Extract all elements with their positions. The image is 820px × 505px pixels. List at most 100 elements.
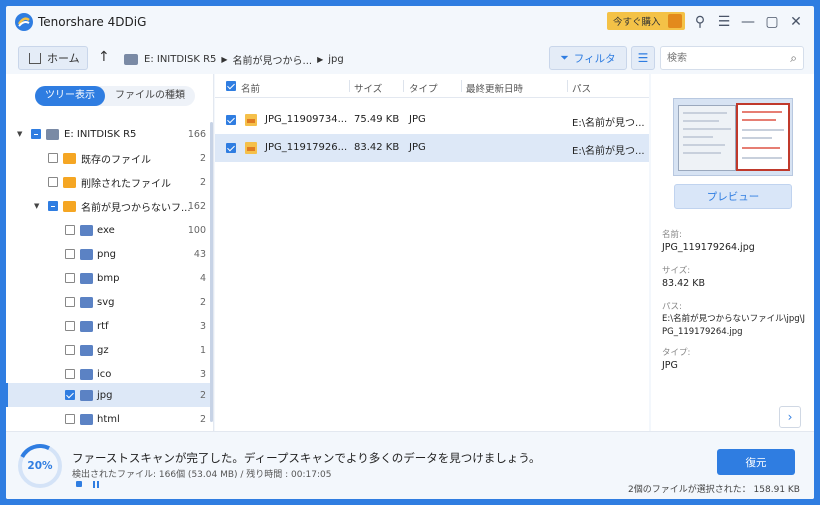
scan-message: ファーストスキャンが完了した。ディープスキャンでより多くのデータを見つけましょう… bbox=[72, 451, 541, 465]
chevron-right-icon: › bbox=[787, 410, 793, 424]
tree-item[interactable]: ▼ 名前が見つからないフ... 162 bbox=[6, 194, 213, 218]
navigation-bar: ホーム ↑ E: INITDISK R5 ▶ 名前が見つから... ▶ jpg … bbox=[6, 44, 814, 74]
checkbox[interactable] bbox=[65, 297, 75, 307]
checkbox[interactable] bbox=[65, 321, 75, 331]
folder-icon bbox=[80, 224, 93, 236]
tree-item-label: 既存のファイル bbox=[81, 154, 151, 166]
tree-item[interactable]: bmp 4 bbox=[6, 266, 213, 290]
file-size: 83.42 KB bbox=[354, 142, 400, 153]
checkbox[interactable] bbox=[65, 273, 75, 283]
checkbox[interactable] bbox=[65, 225, 75, 235]
chevron-right-icon: ▶ bbox=[317, 55, 324, 64]
search-input[interactable] bbox=[661, 47, 771, 69]
checkbox[interactable] bbox=[65, 390, 75, 400]
minimize-icon[interactable]: — bbox=[740, 14, 756, 30]
folder-icon bbox=[80, 344, 93, 356]
close-icon[interactable]: ✕ bbox=[788, 14, 804, 30]
breadcrumb-item[interactable]: 名前が見つから... bbox=[233, 52, 313, 67]
list-view-button[interactable]: ☰ bbox=[631, 46, 655, 70]
breadcrumb: E: INITDISK R5 ▶ 名前が見つから... ▶ jpg bbox=[124, 52, 344, 67]
tools-icon[interactable]: ⚲ bbox=[692, 14, 708, 30]
column-header-path[interactable]: パス bbox=[572, 81, 591, 95]
type-label: タイプ: bbox=[662, 348, 691, 358]
tree-item[interactable]: rtf 3 bbox=[6, 314, 213, 338]
next-button[interactable]: › bbox=[779, 406, 801, 428]
tree-item-root[interactable]: ▼ E: INITDISK R5 166 bbox=[6, 122, 213, 146]
tab-tree-view[interactable]: ツリー表示 bbox=[35, 86, 105, 106]
select-all-checkbox[interactable] bbox=[226, 81, 236, 91]
menu-icon[interactable]: ☰ bbox=[716, 14, 732, 30]
app-window: Tenorshare 4DDiG 今すぐ購入 ⚲ ☰ — ▢ ✕ ホーム ↑ E… bbox=[6, 6, 814, 499]
preview-button[interactable]: プレビュー bbox=[674, 184, 792, 209]
row-checkbox[interactable] bbox=[226, 143, 236, 153]
table-row-selected[interactable]: JPG_11917926... 83.42 KB JPG E:\名前が見つ... bbox=[215, 134, 649, 162]
app-title: Tenorshare 4DDiG bbox=[38, 15, 147, 29]
caret-down-icon[interactable]: ▼ bbox=[34, 202, 39, 210]
up-arrow-icon[interactable]: ↑ bbox=[98, 49, 110, 65]
tree-item-label: 名前が見つからないフ... bbox=[81, 202, 191, 214]
checkbox[interactable] bbox=[48, 177, 58, 187]
file-list: 名前 サイズ タイプ 最終更新日時 パス JPG_11909734... 75.… bbox=[215, 74, 649, 431]
tree-item-label: jpg bbox=[97, 389, 113, 401]
tree-item-selected[interactable]: jpg 2 bbox=[6, 383, 213, 407]
file-path: E:\名前が見つ... bbox=[572, 146, 645, 157]
tree-item-count: 3 bbox=[199, 368, 206, 380]
table-row[interactable]: JPG_11909734... 75.49 KB JPG E:\名前が見つ... bbox=[215, 106, 649, 134]
file-name: JPG_11909734... bbox=[265, 114, 348, 125]
checkbox[interactable] bbox=[65, 249, 75, 259]
path-label: パス: bbox=[662, 302, 682, 312]
pause-icon[interactable] bbox=[93, 481, 99, 488]
tree-panel: ツリー表示 ファイルの種類 ▼ E: INITDISK R5 166 既存のファ… bbox=[6, 74, 214, 431]
file-type: JPG bbox=[409, 142, 426, 153]
filter-label: フィルタ bbox=[573, 52, 616, 65]
tree-item-count: 4 bbox=[199, 272, 206, 284]
recover-button[interactable]: 復元 bbox=[717, 449, 795, 475]
search-icon[interactable]: ⌕ bbox=[790, 51, 797, 66]
column-header-name[interactable]: 名前 bbox=[241, 81, 260, 95]
column-divider bbox=[567, 80, 568, 92]
tree-item[interactable]: png 43 bbox=[6, 242, 213, 266]
checkbox[interactable] bbox=[31, 129, 41, 139]
image-file-icon bbox=[245, 114, 257, 126]
checkbox[interactable] bbox=[65, 414, 75, 424]
checkbox[interactable] bbox=[65, 345, 75, 355]
checkbox[interactable] bbox=[48, 201, 58, 211]
buy-now-label: 今すぐ購入 bbox=[613, 17, 661, 28]
tree-item[interactable]: exe 100 bbox=[6, 218, 213, 242]
filter-button[interactable]: ⏷ フィルタ bbox=[549, 46, 627, 70]
preview-thumbnail[interactable] bbox=[673, 98, 793, 176]
checkbox[interactable] bbox=[65, 369, 75, 379]
tree-item[interactable]: html 2 bbox=[6, 407, 213, 431]
chevron-right-icon: ▶ bbox=[221, 55, 228, 64]
column-header-type[interactable]: タイプ bbox=[409, 81, 438, 95]
stop-icon[interactable] bbox=[76, 481, 82, 487]
buy-now-button[interactable]: 今すぐ購入 bbox=[607, 12, 685, 30]
tree-scrollbar[interactable] bbox=[210, 122, 213, 422]
type-value: JPG bbox=[662, 360, 678, 371]
image-file-icon bbox=[245, 142, 257, 154]
home-button[interactable]: ホーム bbox=[18, 46, 88, 70]
tree-item[interactable]: 既存のファイル 2 bbox=[6, 146, 213, 170]
tree-item[interactable]: svg 2 bbox=[6, 290, 213, 314]
folder-icon bbox=[80, 413, 93, 425]
column-header-size[interactable]: サイズ bbox=[354, 81, 382, 95]
tree-item[interactable]: 削除されたファイル 2 bbox=[6, 170, 213, 194]
caret-down-icon[interactable]: ▼ bbox=[17, 130, 22, 138]
tree-item-count: 2 bbox=[199, 413, 206, 425]
tree-item-label: svg bbox=[97, 296, 115, 308]
row-checkbox[interactable] bbox=[226, 115, 236, 125]
checkbox[interactable] bbox=[48, 153, 58, 163]
column-divider bbox=[461, 80, 462, 92]
breadcrumb-item[interactable]: jpg bbox=[328, 54, 343, 65]
maximize-icon[interactable]: ▢ bbox=[764, 14, 780, 30]
breadcrumb-item[interactable]: E: INITDISK R5 bbox=[144, 54, 216, 65]
tab-file-type[interactable]: ファイルの種類 bbox=[105, 86, 195, 106]
column-header-modified[interactable]: 最終更新日時 bbox=[466, 81, 523, 95]
tree-item[interactable]: gz 1 bbox=[6, 338, 213, 362]
tree-item-label: E: INITDISK R5 bbox=[64, 128, 137, 140]
tree-item-label: exe bbox=[97, 224, 115, 236]
tree-item-count: 2 bbox=[199, 152, 206, 164]
home-label: ホーム bbox=[47, 52, 80, 65]
tree-item-label: html bbox=[97, 413, 120, 425]
progress-ring: 20% bbox=[18, 444, 62, 488]
